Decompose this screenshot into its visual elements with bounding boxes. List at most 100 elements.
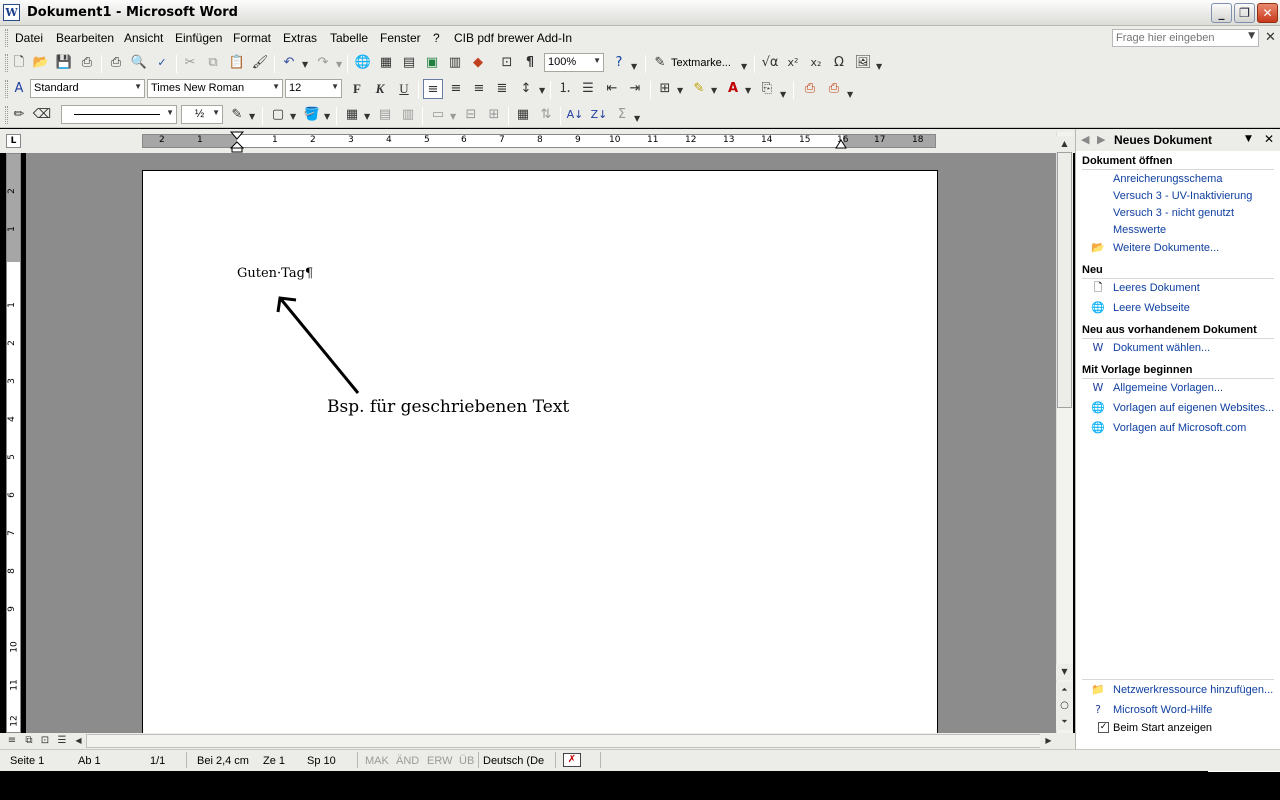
format-painter-icon[interactable]: 🖌 xyxy=(250,53,270,73)
toolbar-options-icon[interactable]: ▼ xyxy=(780,90,786,99)
print-icon[interactable]: ⎙ xyxy=(106,53,126,73)
microsoft-templates-link[interactable]: Vorlagen auf Microsoft.com xyxy=(1113,422,1246,434)
chevron-down-icon[interactable]: ▼ xyxy=(272,82,280,91)
word-help-link[interactable]: Microsoft Word-Hilfe xyxy=(1113,704,1212,716)
shading-color-icon[interactable]: 🪣 xyxy=(302,105,322,125)
textmarker-dropdown-icon[interactable]: ▼ xyxy=(741,62,747,71)
eraser-icon[interactable]: ⌫ xyxy=(32,105,52,125)
open-folder-icon[interactable]: 📂 xyxy=(31,53,51,73)
spelling-status-icon[interactable]: ✗ xyxy=(563,753,581,767)
table-autoformat-icon[interactable]: ▦ xyxy=(513,105,533,125)
pdf-options-icon[interactable]: ⎙ xyxy=(824,79,844,99)
insert-object-icon[interactable]: ⎘ xyxy=(757,79,777,99)
scroll-left-icon[interactable]: ◀ xyxy=(70,733,87,749)
recent-doc-link[interactable]: Messwerte xyxy=(1113,224,1166,236)
chevron-down-icon[interactable]: ▼ xyxy=(593,56,601,65)
insert-table-dropdown-icon[interactable]: ▼ xyxy=(364,112,370,121)
line-style-combo[interactable]: ▼ xyxy=(61,105,177,124)
restore-button[interactable]: ❐ xyxy=(1234,3,1255,23)
status-macro-recorder[interactable]: MAK xyxy=(365,755,389,767)
highlight-icon[interactable]: ✎ xyxy=(689,79,709,99)
close-button[interactable]: ✕ xyxy=(1257,3,1278,23)
align-cell-icon[interactable]: ▭ xyxy=(428,105,448,125)
chevron-down-icon[interactable]: ▼ xyxy=(1248,31,1255,41)
chevron-down-icon[interactable]: ▼ xyxy=(331,82,339,91)
autosum-icon[interactable]: Σ xyxy=(612,105,632,125)
italic-button[interactable]: K xyxy=(370,79,390,99)
choose-document-link[interactable]: Dokument wählen... xyxy=(1113,342,1210,354)
back-arrow-icon[interactable]: ◀ xyxy=(1081,133,1089,146)
hyperlink-icon[interactable]: 🌐 xyxy=(353,53,373,73)
menu-datei[interactable]: Datei xyxy=(15,31,43,45)
status-language[interactable]: Deutsch (De xyxy=(483,755,544,767)
scroll-down-icon[interactable]: ▼ xyxy=(1056,664,1073,680)
horizontal-scroll-thumb[interactable] xyxy=(86,734,1042,748)
subscript-icon[interactable]: x₂ xyxy=(806,53,826,73)
recent-doc-link[interactable]: Versuch 3 - UV-Inaktivierung xyxy=(1113,190,1252,202)
border-color-dropdown-icon[interactable]: ▼ xyxy=(249,112,255,121)
columns-icon[interactable]: ▥ xyxy=(445,53,465,73)
show-formatting-icon[interactable]: ¶ xyxy=(520,53,540,73)
general-templates-link[interactable]: Allgemeine Vorlagen... xyxy=(1113,382,1223,394)
permission-icon[interactable]: ⎙ xyxy=(77,53,97,73)
task-pane-close-icon[interactable]: ✕ xyxy=(1264,132,1274,146)
zoom-combo[interactable]: 100% ▼ xyxy=(544,53,604,72)
help-icon[interactable]: ? xyxy=(609,53,629,73)
help-search-input[interactable] xyxy=(1113,30,1241,46)
forward-arrow-icon[interactable]: ▶ xyxy=(1097,133,1105,146)
redo-dropdown-icon[interactable]: ▼ xyxy=(336,60,342,69)
menu-help[interactable]: ? xyxy=(433,31,440,45)
borders-icon[interactable]: ⊞ xyxy=(655,79,675,99)
menu-einfuegen[interactable]: Einfügen xyxy=(175,31,222,45)
document-map-icon[interactable]: ⊡ xyxy=(497,53,517,73)
right-indent-marker-icon[interactable] xyxy=(835,139,847,149)
menubar-grip[interactable] xyxy=(5,29,8,47)
underline-button[interactable]: U xyxy=(394,79,414,99)
previous-page-icon[interactable]: ⏶ xyxy=(1056,682,1073,698)
toolbar-options-icon[interactable]: ▼ xyxy=(847,90,853,99)
print-preview-icon[interactable]: 🔍 xyxy=(129,53,149,73)
font-combo[interactable]: Times New Roman ▼ xyxy=(147,79,283,98)
word-app-icon[interactable]: W xyxy=(3,4,20,21)
toolbar-options-icon[interactable]: ▼ xyxy=(634,114,640,123)
document-page[interactable] xyxy=(142,170,938,733)
help-search-box[interactable]: ▼ xyxy=(1112,29,1259,47)
document-close-icon[interactable]: ✕ xyxy=(1265,30,1276,45)
pdf-icon[interactable]: ⎙ xyxy=(800,79,820,99)
menu-bearbeiten[interactable]: Bearbeiten xyxy=(56,31,114,45)
textmarker-icon[interactable]: ✎ xyxy=(650,53,670,73)
font-color-icon[interactable]: A xyxy=(723,79,743,99)
superscript-icon[interactable]: x² xyxy=(783,53,803,73)
drawing-icon[interactable]: ◆ xyxy=(468,53,488,73)
menu-fenster[interactable]: Fenster xyxy=(380,31,421,45)
draw-table-pencil-icon[interactable]: ✏ xyxy=(9,105,29,125)
recent-doc-link[interactable]: Versuch 3 - nicht genutzt xyxy=(1113,207,1234,219)
status-overtype[interactable]: ÜB xyxy=(459,755,474,767)
highlight-dropdown-icon[interactable]: ▼ xyxy=(711,86,717,95)
horizontal-ruler[interactable]: 2 1 1 2 3 4 5 6 7 8 9 10 11 12 13 14 15 … xyxy=(142,134,936,148)
chevron-down-icon[interactable]: ▼ xyxy=(212,108,220,117)
indent-marker-icon[interactable] xyxy=(230,131,244,153)
insert-table-icon[interactable]: ▦ xyxy=(342,105,362,125)
bold-button[interactable]: F xyxy=(347,79,367,99)
chevron-down-icon[interactable]: ▼ xyxy=(166,108,174,117)
undo-icon[interactable]: ↶ xyxy=(279,53,299,73)
distribute-rows-icon[interactable]: ⊟ xyxy=(461,105,481,125)
decrease-indent-icon[interactable]: ⇤ xyxy=(602,79,622,99)
status-extend[interactable]: ERW xyxy=(427,755,452,767)
distribute-columns-icon[interactable]: ⊞ xyxy=(484,105,504,125)
more-documents-link[interactable]: Weitere Dokumente... xyxy=(1113,242,1219,254)
align-center-icon[interactable]: ≡ xyxy=(446,79,466,99)
insert-table-icon[interactable]: ▤ xyxy=(399,53,419,73)
outside-border-icon[interactable]: ▢ xyxy=(268,105,288,125)
blank-document-link[interactable]: Leeres Dokument xyxy=(1113,282,1200,294)
bullets-icon[interactable]: ☰ xyxy=(578,79,598,99)
border-color-icon[interactable]: ✎ xyxy=(227,105,247,125)
toolbar-options-icon[interactable]: ▼ xyxy=(876,62,882,71)
tables-borders-icon[interactable]: ▦ xyxy=(376,53,396,73)
line-spacing-dropdown-icon[interactable]: ▼ xyxy=(539,86,545,95)
textmarker-label[interactable]: Textmarke... xyxy=(671,57,731,69)
justify-icon[interactable]: ≣ xyxy=(492,79,512,99)
style-combo[interactable]: Standard ▼ xyxy=(30,79,145,98)
menu-extras[interactable]: Extras xyxy=(283,31,317,45)
